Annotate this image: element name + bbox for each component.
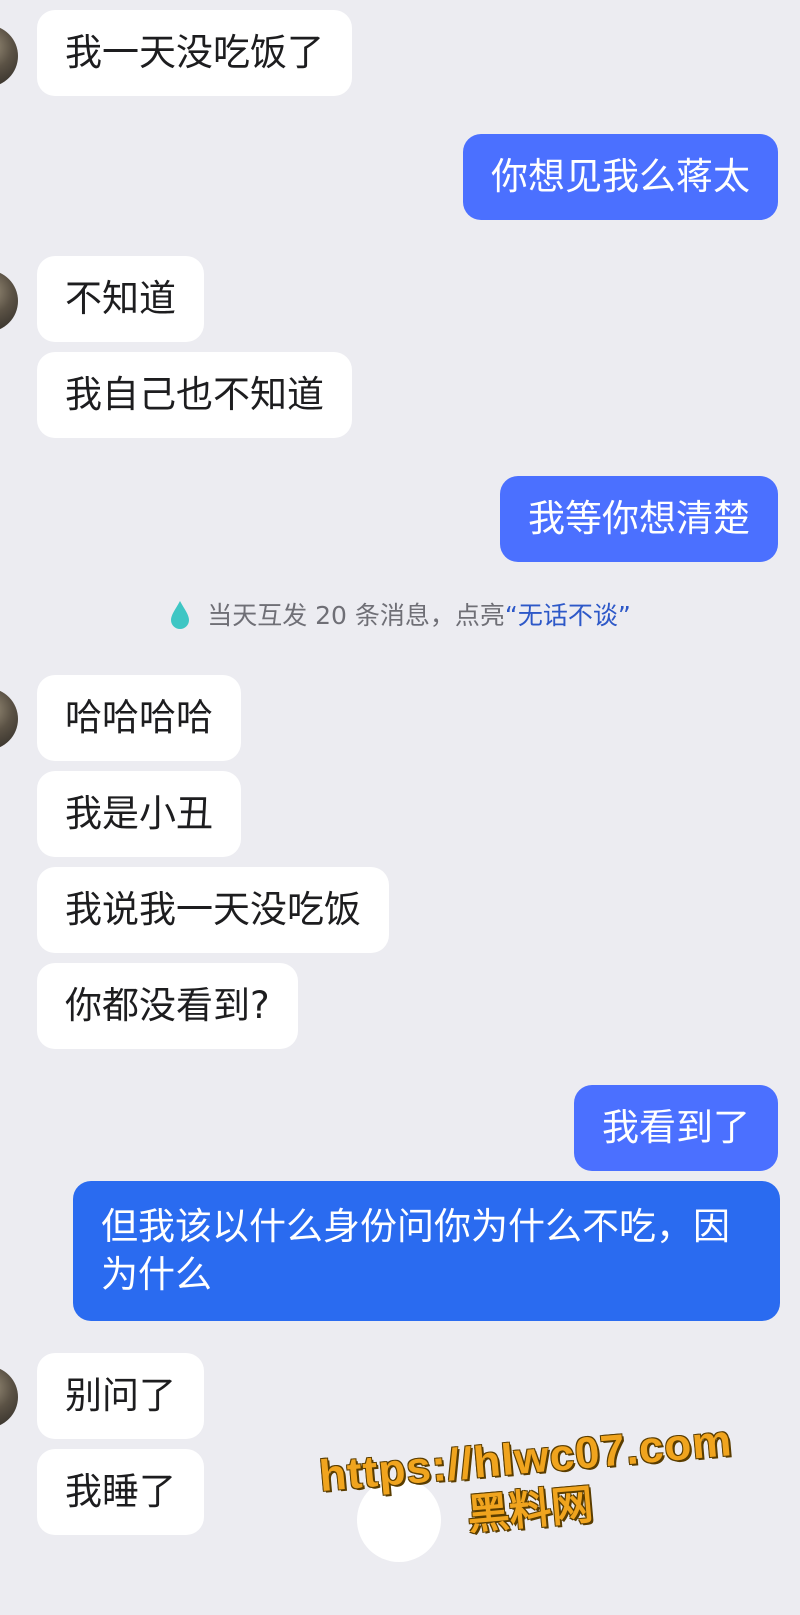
incoming-message[interactable]: 我说我一天没吃饭: [37, 867, 389, 953]
watermark: https://hlwc07.com 黑料网: [314, 1415, 741, 1553]
contact-avatar[interactable]: [0, 25, 18, 87]
incoming-message[interactable]: 你都没看到?: [37, 963, 298, 1049]
incoming-message[interactable]: 我一天没吃饭了: [37, 10, 352, 96]
outgoing-message[interactable]: 你想见我么蒋太: [463, 134, 778, 220]
incoming-message[interactable]: 我睡了: [37, 1449, 204, 1535]
notice-text: 当天互发 20 条消息，点亮: [207, 601, 505, 630]
incoming-message[interactable]: 我自己也不知道: [37, 352, 352, 438]
outgoing-message[interactable]: 我等你想清楚: [500, 476, 778, 562]
intimacy-notice: 当天互发 20 条消息，点亮“无话不谈”: [0, 596, 800, 636]
incoming-message[interactable]: 别问了: [37, 1353, 204, 1439]
outgoing-message[interactable]: 我看到了: [574, 1085, 778, 1171]
contact-avatar[interactable]: [0, 688, 18, 750]
drop-icon: [171, 601, 190, 629]
incoming-message[interactable]: 我是小丑: [37, 771, 241, 857]
incoming-message[interactable]: 哈哈哈哈: [37, 675, 241, 761]
notice-highlight[interactable]: “无话不谈”: [505, 601, 631, 630]
contact-avatar[interactable]: [0, 1366, 18, 1428]
outgoing-message[interactable]: 但我该以什么身份问你为什么不吃，因为什么: [73, 1181, 780, 1321]
contact-avatar[interactable]: [0, 270, 18, 332]
incoming-message[interactable]: 不知道: [37, 256, 204, 342]
